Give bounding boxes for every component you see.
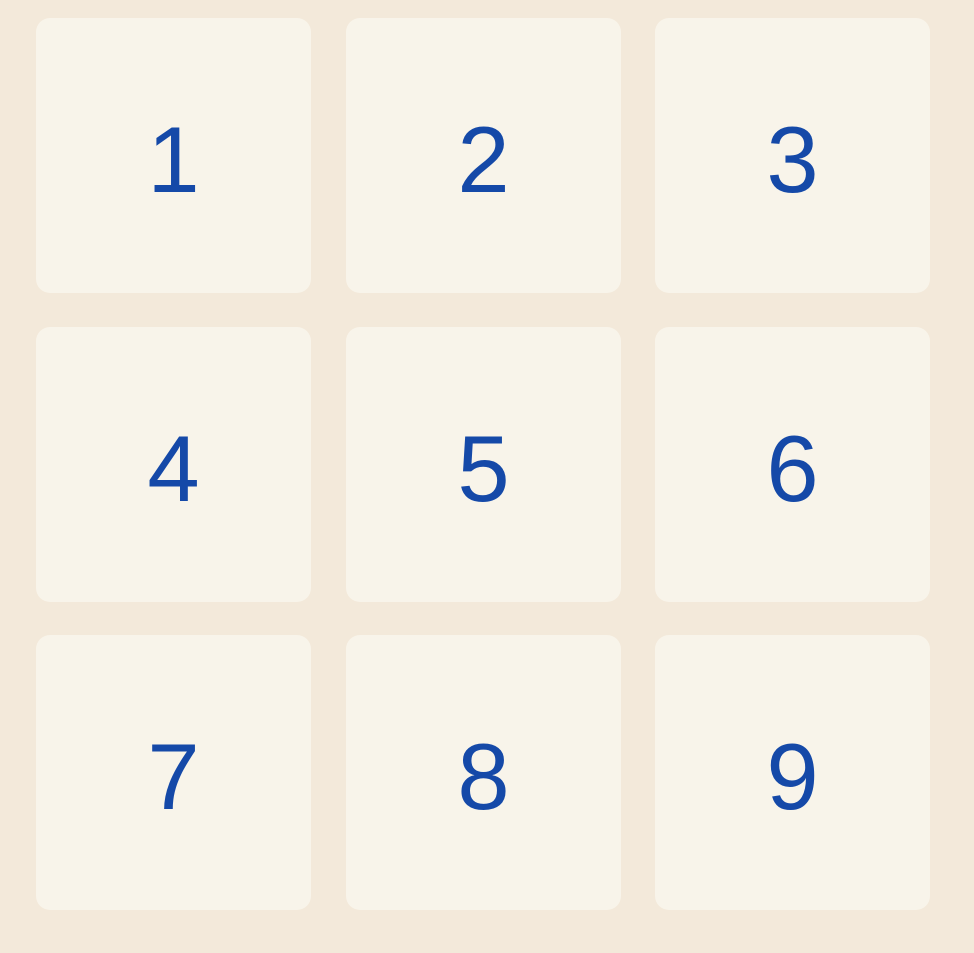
key-1[interactable]: 1 [36,18,311,293]
key-label: 4 [147,415,200,521]
key-label: 9 [766,723,819,829]
key-5[interactable]: 5 [346,327,621,602]
key-8[interactable]: 8 [346,635,621,910]
key-label: 8 [457,723,510,829]
key-2[interactable]: 2 [346,18,621,293]
key-6[interactable]: 6 [655,327,930,602]
numeric-keypad: 1 2 3 4 5 6 7 8 9 [0,0,974,953]
key-3[interactable]: 3 [655,18,930,293]
key-label: 5 [457,415,510,521]
key-9[interactable]: 9 [655,635,930,910]
key-label: 2 [457,106,510,212]
key-label: 1 [147,106,200,212]
key-label: 3 [766,106,819,212]
key-7[interactable]: 7 [36,635,311,910]
key-4[interactable]: 4 [36,327,311,602]
key-label: 7 [147,723,200,829]
key-label: 6 [766,415,819,521]
